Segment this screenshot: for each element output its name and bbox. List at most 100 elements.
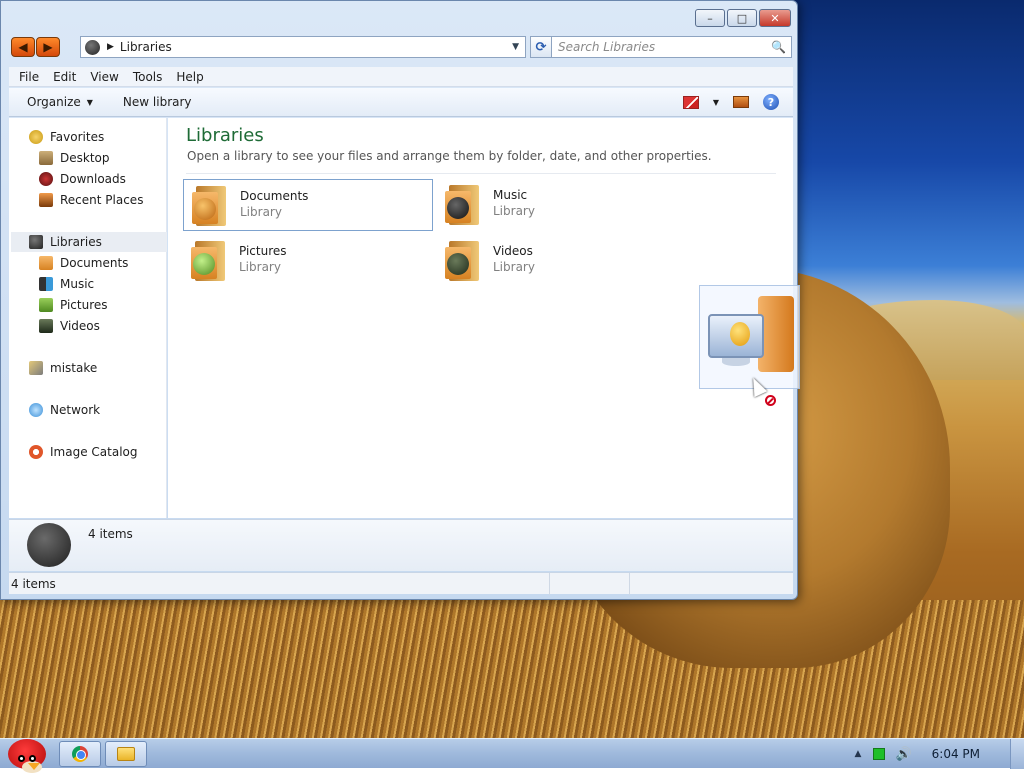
angry-bird-icon — [8, 739, 46, 773]
pictures-icon — [39, 298, 53, 312]
music-icon — [39, 277, 53, 291]
menu-view[interactable]: View — [90, 70, 118, 84]
sidebar-item-network[interactable]: Network — [29, 400, 100, 420]
library-tile-videos[interactable]: Videos Library — [437, 235, 687, 287]
menu-bar: File Edit View Tools Help — [9, 67, 793, 87]
breadcrumb-libraries[interactable]: Libraries — [120, 40, 172, 54]
library-tile-documents[interactable]: Documents Library — [183, 179, 433, 231]
libraries-icon — [85, 39, 100, 55]
page-description: Open a library to see your files and arr… — [187, 149, 712, 163]
close-button[interactable]: ✕ — [759, 9, 791, 27]
taskbar-chrome-button[interactable] — [59, 741, 101, 767]
volume-icon[interactable]: 🔊 — [895, 747, 911, 762]
menu-edit[interactable]: Edit — [53, 70, 76, 84]
help-icon[interactable]: ? — [763, 94, 779, 110]
search-icon[interactable]: 🔍 — [771, 40, 786, 54]
sidebar-item-music[interactable]: Music — [39, 274, 94, 294]
details-pane: 4 items — [9, 519, 793, 571]
sidebar-item-videos[interactable]: Videos — [39, 316, 100, 336]
sidebar-desktop-label: Desktop — [60, 151, 110, 165]
address-history-dropdown-icon[interactable]: ▼ — [512, 42, 519, 52]
page-title: Libraries — [186, 125, 264, 146]
videos-icon — [39, 319, 53, 333]
sidebar-documents-label: Documents — [60, 256, 129, 270]
address-row: ◀ ▶ ▶ Libraries ▼ ⟳ Search Libraries 🔍 — [11, 35, 792, 59]
minimize-button[interactable]: – — [695, 9, 725, 27]
homegroup-icon — [29, 361, 43, 375]
library-tile-pictures[interactable]: Pictures Library — [183, 235, 433, 287]
address-bar[interactable]: ▶ Libraries ▼ — [80, 36, 526, 58]
sidebar-item-image-catalog[interactable]: Image Catalog — [29, 442, 137, 462]
arrow-right-icon: ▶ — [43, 40, 53, 54]
sidebar-item-documents[interactable]: Documents — [39, 253, 128, 273]
show-desktop-button[interactable] — [1010, 739, 1024, 769]
back-button[interactable]: ◀ — [11, 37, 35, 57]
monitor-stand — [722, 358, 750, 366]
toolbar-right: ▼ ? — [682, 94, 779, 110]
sidebar-videos-label: Videos — [60, 319, 100, 333]
network-icon — [29, 403, 43, 417]
new-library-button[interactable]: New library — [123, 95, 192, 109]
explorer-window: – □ ✕ ◀ ▶ ▶ Libraries ▼ ⟳ Search Librari… — [0, 0, 798, 600]
menu-file[interactable]: File — [19, 70, 39, 84]
navigation-pane: Favorites Desktop Downloads Recent Place… — [9, 118, 167, 518]
computer-monitor-icon — [708, 314, 764, 358]
sidebar-pictures-label: Pictures — [60, 298, 108, 312]
recent-places-icon — [39, 193, 53, 207]
menu-tools[interactable]: Tools — [133, 70, 163, 84]
caption-buttons: – □ ✕ — [695, 9, 791, 27]
organize-label: Organize — [27, 95, 81, 109]
sidebar-item-homegroup[interactable]: mistake — [29, 358, 97, 378]
library-name: Documents — [240, 189, 309, 203]
refresh-icon: ⟳ — [535, 39, 547, 55]
image-catalog-icon — [29, 445, 43, 459]
arrow-left-icon: ◀ — [18, 40, 28, 54]
sidebar-item-downloads[interactable]: Downloads — [39, 169, 126, 189]
network-status-icon[interactable] — [873, 748, 886, 760]
organize-button[interactable]: Organize ▼ — [27, 95, 93, 109]
system-tray: ▲ 🔊 6:04 PM — [855, 739, 1024, 769]
sidebar-item-pictures[interactable]: Pictures — [39, 295, 108, 315]
no-drop-icon — [765, 395, 776, 406]
star-icon — [29, 130, 43, 144]
sidebar-image-catalog-label: Image Catalog — [50, 445, 138, 459]
libraries-icon — [29, 235, 43, 249]
library-name: Videos — [493, 244, 533, 258]
new-library-label: New library — [122, 95, 192, 109]
breadcrumb-arrow-icon[interactable]: ▶ — [107, 42, 114, 52]
start-button[interactable] — [2, 731, 52, 773]
details-item-count: 4 items — [88, 527, 133, 541]
taskbar-explorer-button[interactable] — [105, 741, 147, 767]
refresh-button[interactable]: ⟳ — [530, 36, 552, 58]
view-options-dropdown-icon[interactable]: ▼ — [713, 98, 719, 107]
sidebar-item-libraries[interactable]: Libraries — [11, 232, 167, 252]
library-tile-music[interactable]: Music Library — [437, 179, 687, 231]
sidebar-item-favorites[interactable]: Favorites — [29, 127, 104, 147]
clock[interactable]: 6:04 PM — [932, 747, 980, 761]
forward-button[interactable]: ▶ — [36, 37, 60, 57]
sidebar-recent-places-label: Recent Places — [60, 193, 144, 207]
sidebar-item-recent-places[interactable]: Recent Places — [39, 190, 143, 210]
change-view-icon[interactable] — [682, 95, 699, 109]
search-input[interactable]: Search Libraries 🔍 — [551, 36, 792, 58]
chrome-icon — [72, 746, 88, 762]
status-item-count: 4 items — [11, 576, 56, 591]
command-bar: Organize ▼ New library ▼ ? — [9, 88, 793, 117]
sidebar-music-label: Music — [60, 277, 95, 291]
folder-icon — [117, 747, 135, 761]
documents-icon — [39, 256, 53, 270]
sidebar-homegroup-label: mistake — [50, 361, 98, 375]
library-name: Pictures — [239, 244, 287, 258]
status-bar: 4 items — [9, 572, 793, 595]
sidebar-libraries-label: Libraries — [50, 235, 102, 249]
chevron-down-icon: ▼ — [86, 97, 93, 107]
videos-library-icon — [443, 237, 483, 283]
show-hidden-icons-icon[interactable]: ▲ — [855, 749, 862, 759]
preview-pane-icon[interactable] — [733, 96, 749, 108]
search-placeholder: Search Libraries — [558, 40, 656, 54]
maximize-button[interactable]: □ — [727, 9, 757, 27]
status-divider — [549, 573, 550, 595]
divider — [186, 173, 776, 174]
menu-help[interactable]: Help — [176, 70, 203, 84]
sidebar-item-desktop[interactable]: Desktop — [39, 148, 110, 168]
